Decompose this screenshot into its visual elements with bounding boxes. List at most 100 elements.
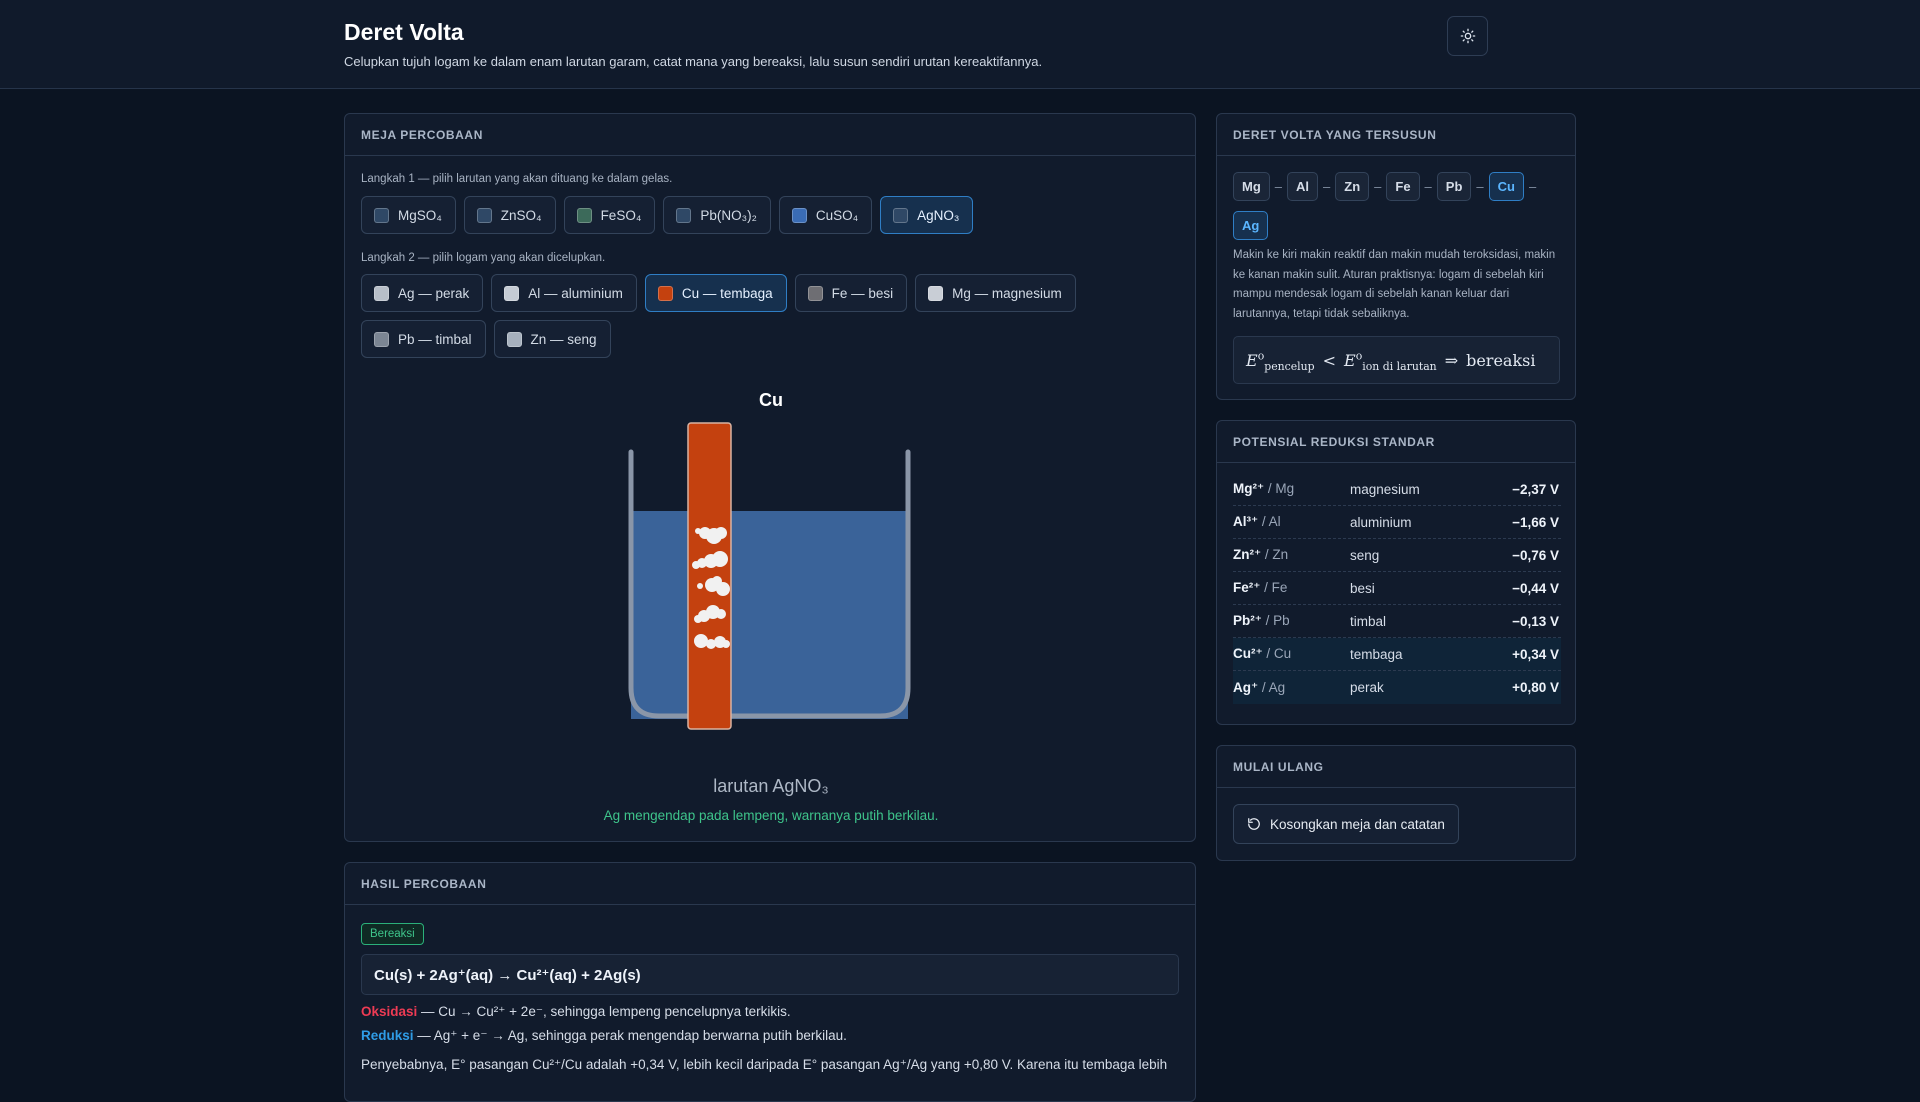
metal-symbol: / Mg [1264, 481, 1295, 496]
oxidation-label: Oksidasi [361, 1004, 418, 1019]
theme-toggle-button[interactable] [1447, 16, 1488, 56]
series-note: Makin ke kiri makin reaktif dan makin mu… [1233, 249, 1556, 320]
redox-couple: Al³⁺ / Al [1233, 514, 1350, 530]
potential-value: +0,34 V [1512, 646, 1559, 662]
metal-chip[interactable]: Mg — magnesium [915, 274, 1076, 312]
reaction-equation: Cu(s) + 2Ag⁺(aq) → Cu²⁺(aq) + 2Ag(s) [361, 954, 1179, 995]
lab-panel: Meja Percobaan Langkah 1 — pilih larutan… [344, 113, 1196, 842]
solution-chip[interactable]: ZnSO₄ [463, 196, 556, 234]
potential-value: −1,66 V [1512, 514, 1559, 530]
potential-row: Cu²⁺ / Cu tembaga +0,34 V [1233, 638, 1561, 671]
result-panel: Hasil Percobaan Bereaksi Cu(s) + 2Ag⁺(aq… [344, 862, 1196, 1102]
color-swatch [791, 207, 807, 223]
metal-chip[interactable]: Al — aluminium [491, 274, 637, 312]
reset-button[interactable]: Kosongkan meja dan catatan [1233, 804, 1459, 844]
oxidation-text: — Cu → Cu²⁺ + 2e⁻, sehingga lempeng penc… [417, 1004, 791, 1019]
color-swatch [374, 207, 389, 223]
solution-chip-label: FeSO₄ [600, 207, 642, 223]
metal-chip[interactable]: Pb — timbal [361, 320, 486, 358]
redox-couple: Cu²⁺ / Cu [1233, 646, 1350, 662]
ion-symbol: Ag⁺ [1233, 679, 1259, 695]
metal-chip-label: Zn — seng [530, 331, 597, 347]
redox-couple: Zn²⁺ / Zn [1233, 547, 1350, 563]
color-swatch [374, 285, 389, 301]
rule-lhs: Eopencelup [1246, 349, 1315, 373]
series-separator: – [1424, 179, 1432, 194]
metal-symbol: / Zn [1261, 547, 1289, 562]
color-swatch [807, 285, 823, 301]
metal-name: timbal [1350, 613, 1387, 629]
reset-panel-heading: Mulai Ulang [1217, 746, 1575, 788]
potential-value: +0,80 V [1512, 680, 1559, 695]
reason-text: Penyebabnya, E° pasangan Cu²⁺/Cu adalah … [361, 1057, 1168, 1072]
color-swatch [374, 331, 389, 347]
ion-symbol: Cu²⁺ [1233, 646, 1263, 661]
metal-chip-label: Mg — magnesium [952, 285, 1062, 301]
series-separator: – [1476, 179, 1484, 194]
reset-button-label: Kosongkan meja dan catatan [1270, 816, 1445, 832]
potential-row: Zn²⁺ / Zn seng −0,76 V [1233, 539, 1561, 572]
potential-value: −0,76 V [1512, 547, 1559, 563]
reaction-rule: Eopencelup < Eoion di larutan ⇒ bereaksi [1233, 336, 1560, 384]
solution-chip[interactable]: CuSO₄ [778, 196, 873, 234]
series-panel-heading: Deret Volta yang Tersusun [1217, 114, 1575, 156]
metal-symbol: / Fe [1260, 580, 1288, 595]
redox-couple: Pb²⁺ / Pb [1233, 613, 1350, 629]
metal-symbol: / Ag [1258, 679, 1286, 695]
page-title: Deret Volta [344, 19, 464, 45]
color-swatch [657, 285, 673, 301]
potential-row: Mg²⁺ / Mg magnesium −2,37 V [1233, 473, 1561, 506]
metal-name: perak [1350, 680, 1384, 695]
series-metal-tile: Pb [1436, 172, 1472, 201]
rule-less-than: < [1322, 350, 1337, 370]
solution-chip[interactable]: FeSO₄ [563, 196, 656, 234]
potential-value: −2,37 V [1512, 481, 1559, 497]
rule-implies-icon: ⇒ [1444, 350, 1459, 370]
metal-chip-row: Ag — perak Al — aluminium Cu — tembaga Fe —… [361, 274, 1121, 358]
observation-text: Ag mengendap pada lempeng, warnanya puti… [603, 808, 939, 823]
metal-name: aluminium [1350, 514, 1412, 530]
series-metal-tile: Zn [1335, 172, 1370, 201]
metal-name: tembaga [1350, 646, 1403, 662]
color-swatch [504, 285, 520, 301]
app-header: Deret Volta Celupkan tujuh logam ke dala… [0, 0, 1920, 89]
color-swatch [676, 207, 692, 223]
potentials-table: Mg²⁺ / Mg magnesium −2,37 V Al³⁺ / Al alumin… [1233, 473, 1561, 704]
potentials-panel-heading: Potensial Reduksi Standar [1217, 421, 1575, 463]
solution-chip[interactable]: AgNO₃ [880, 196, 974, 234]
metal-name: besi [1350, 580, 1375, 596]
series-separator: – [1323, 179, 1331, 194]
metal-chip[interactable]: Ag — perak [361, 274, 484, 312]
solution-liquid [631, 511, 908, 719]
metal-chip-label: Pb — timbal [398, 331, 472, 347]
color-swatch [506, 331, 522, 347]
series-metal-tile: Fe [1386, 172, 1420, 201]
metal-plate [687, 422, 732, 730]
series-metal-tile: Al [1287, 172, 1319, 201]
metal-chip[interactable]: Fe — besi [794, 274, 908, 312]
metal-chip[interactable]: Cu — tembaga [644, 274, 787, 312]
metal-name: magnesium [1350, 481, 1420, 497]
ion-symbol: Fe²⁺ [1233, 580, 1261, 595]
ion-symbol: Mg²⁺ [1233, 481, 1265, 496]
oxidation-line: Oksidasi — Cu → Cu²⁺ + 2e⁻, sehingga lem… [361, 1004, 791, 1020]
potentials-panel: Potensial Reduksi Standar Mg²⁺ / Mg magne… [1216, 420, 1576, 725]
solution-chip[interactable]: MgSO₄ [361, 196, 456, 234]
solution-chip-label: Pb(NO₃)₂ [700, 207, 757, 223]
redox-couple: Mg²⁺ / Mg [1233, 481, 1350, 497]
rule-rhs: Eoion di larutan [1344, 349, 1437, 373]
beaker-scene: Cu larutan AgNO₃ [345, 376, 1195, 796]
metal-name: seng [1350, 547, 1380, 563]
rule-result: bereaksi [1466, 350, 1536, 370]
metal-chip[interactable]: Zn — seng [493, 320, 611, 358]
reduction-text: — Ag⁺ + e⁻ → Ag, sehingga perak mengenda… [413, 1028, 847, 1043]
reduction-line: Reduksi — Ag⁺ + e⁻ → Ag, sehingga perak … [361, 1028, 847, 1044]
solution-chip[interactable]: Pb(NO₃)₂ [663, 196, 771, 234]
reset-panel: Mulai Ulang Kosongkan meja dan catatan [1216, 745, 1576, 861]
solution-chip-label: CuSO₄ [815, 207, 859, 223]
solution-chip-row: MgSO₄ ZnSO₄ FeSO₄ Pb(NO₃)₂ CuSO₄ AgNO₃ [361, 196, 1121, 234]
series-panel: Deret Volta yang Tersusun Mg – Al – Zn – Fe – Pb… [1216, 113, 1576, 400]
redox-couple: Ag⁺ / Ag [1233, 680, 1350, 696]
solution-chip-label: ZnSO₄ [500, 207, 542, 223]
metal-chip-label: Al — aluminium [528, 285, 623, 301]
